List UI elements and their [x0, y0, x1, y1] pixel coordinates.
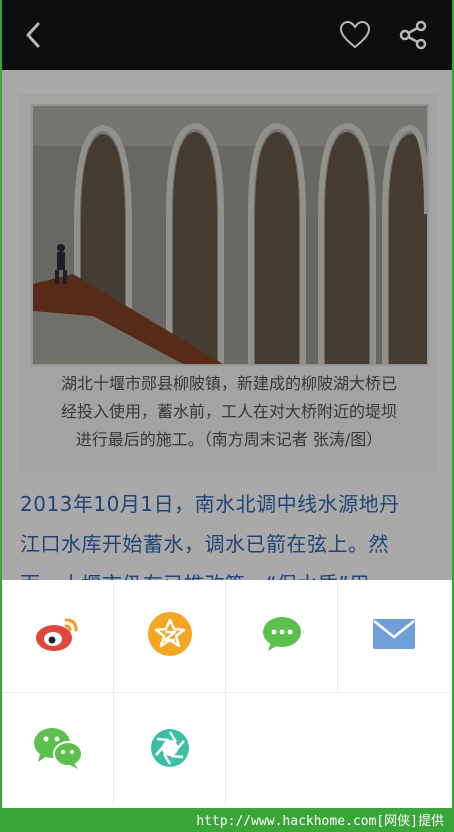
app-frame: 湖北十堰市郧县柳陂镇，新建成的柳陂湖大桥已 经投入使用，蓄水前，工人在对大桥附近… — [2, 0, 452, 808]
mail-icon — [372, 618, 416, 654]
share-moments-button[interactable] — [114, 693, 226, 806]
qzone-icon — [147, 611, 193, 661]
footer-bar: http://www.hackhome.com[网侠]提供 — [0, 808, 454, 832]
dim-overlay[interactable] — [2, 0, 452, 580]
share-sms-button[interactable] — [226, 580, 338, 693]
share-weibo-button[interactable] — [2, 580, 114, 693]
share-qzone-button[interactable] — [114, 580, 226, 693]
sina-weibo-icon — [34, 614, 82, 658]
watermark-text: http://www.hackhome.com[网侠]提供 — [196, 814, 444, 829]
share-wechat-button[interactable] — [2, 693, 114, 806]
share-sheet — [2, 580, 452, 808]
message-icon — [262, 615, 302, 657]
moments-icon — [150, 728, 190, 772]
wechat-icon — [32, 726, 84, 774]
share-email-button[interactable] — [338, 580, 450, 693]
